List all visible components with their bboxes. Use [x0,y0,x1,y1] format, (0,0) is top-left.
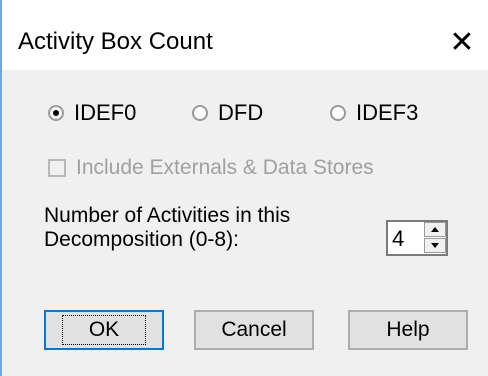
activities-label-line1: Number of Activities in this [44,204,291,227]
activities-count-label: Number of Activities in this Decompositi… [44,204,354,252]
activities-count-spinner[interactable]: 4 [386,220,448,256]
arrow-down-icon [431,243,439,248]
radio-idef3[interactable]: IDEF3 [330,100,418,126]
include-externals-label: Include Externals & Data Stores [76,156,374,179]
help-button[interactable]: Help [348,310,468,350]
ok-button-label: OK [61,315,147,345]
title-bar[interactable]: Activity Box Count ✕ [2,14,488,70]
dialog-content: IDEF0 DFD IDEF3 Include Externals & Data… [2,70,488,376]
cancel-button-label: Cancel [221,318,287,341]
window-top-strip [2,0,488,14]
radio-idef0-label: IDEF0 [74,100,137,125]
include-externals-checkbox[interactable]: Include Externals & Data Stores [48,156,374,180]
help-button-label: Help [386,318,430,341]
radio-idef0[interactable]: IDEF0 [48,100,136,126]
activities-label-line2: Decomposition (0-8): [44,228,239,251]
ok-button[interactable]: OK [44,310,164,350]
spinner-down-button[interactable] [424,238,446,253]
radio-dfd-circle[interactable] [192,105,208,121]
radio-dfd[interactable]: DFD [192,100,263,126]
cancel-button[interactable]: Cancel [194,310,314,350]
dialog-window: Activity Box Count ✕ IDEF0 DFD IDEF3 Inc… [0,0,488,376]
radio-idef0-circle[interactable] [48,105,64,121]
radio-idef3-label: IDEF3 [356,100,419,125]
include-externals-checkbox-box[interactable] [48,159,66,177]
arrow-up-icon [431,227,439,232]
close-button[interactable]: ✕ [434,14,488,70]
methodology-radio-group: IDEF0 DFD IDEF3 [48,100,468,130]
close-icon: ✕ [449,25,475,59]
activities-count-value[interactable]: 4 [392,226,404,252]
radio-dfd-label: DFD [218,100,264,125]
dialog-title: Activity Box Count [18,28,213,55]
spinner-up-button[interactable] [424,222,446,237]
radio-idef3-circle[interactable] [330,105,346,121]
